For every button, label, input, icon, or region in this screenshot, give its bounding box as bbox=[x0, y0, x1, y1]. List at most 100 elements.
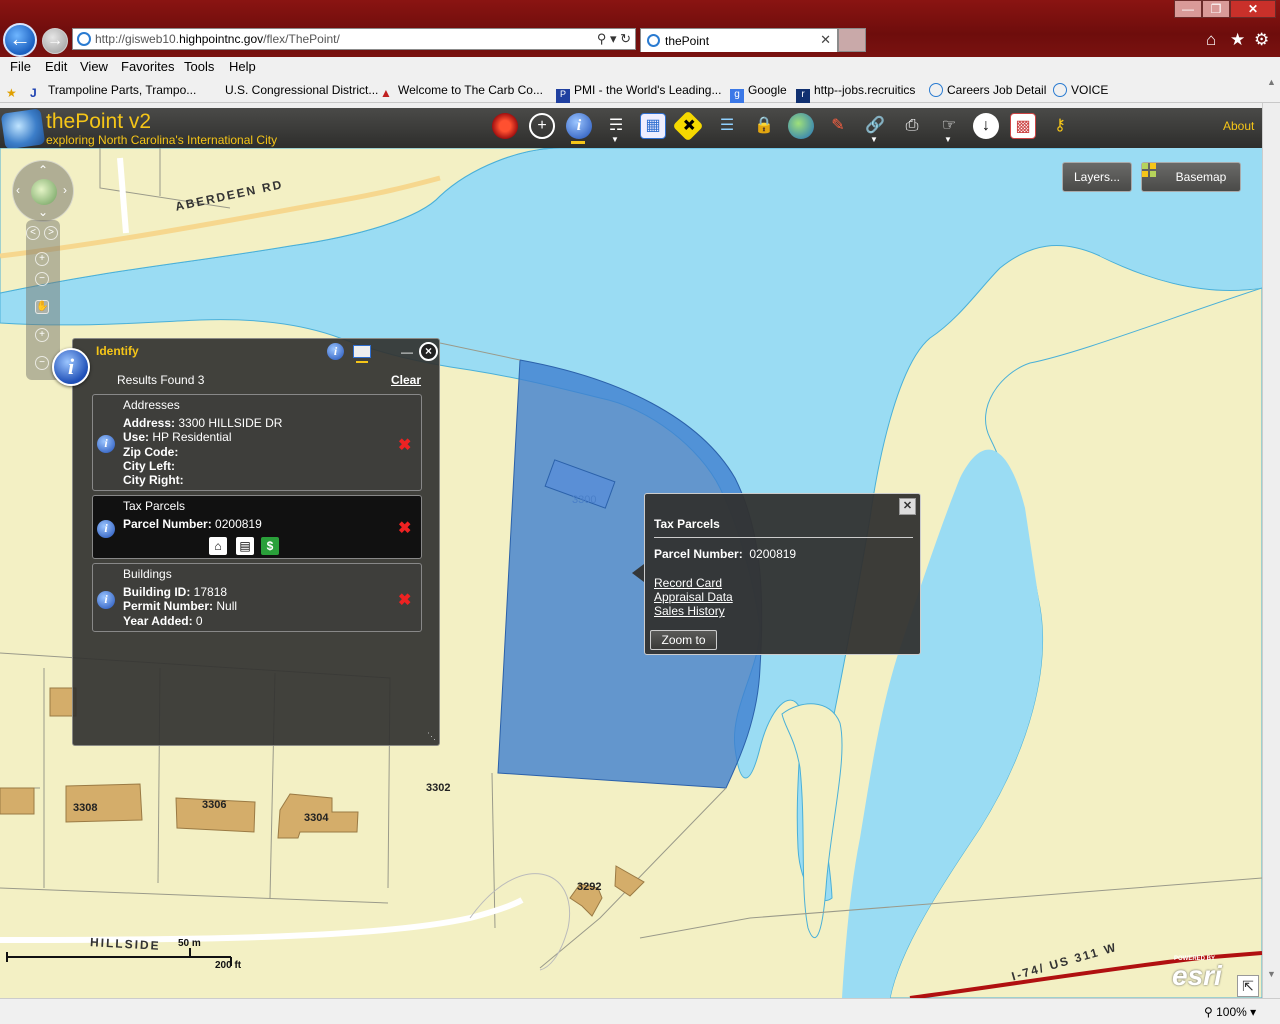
menu-tools[interactable]: Tools bbox=[184, 59, 214, 74]
zoom-in-tool-icon[interactable]: + bbox=[35, 328, 49, 342]
about-link[interactable]: About bbox=[1223, 119, 1254, 133]
remove-result-icon[interactable]: ✖ bbox=[398, 518, 411, 538]
print-icon[interactable]: ⎙ bbox=[899, 113, 925, 139]
info-view-icon[interactable]: i bbox=[327, 343, 344, 360]
pan-left-icon[interactable]: ‹ bbox=[16, 183, 20, 197]
zoom-in-icon[interactable]: + bbox=[35, 252, 49, 266]
clear-link[interactable]: Clear bbox=[391, 373, 421, 387]
resize-grip-icon[interactable]: ⋱ bbox=[427, 731, 436, 742]
report-icon[interactable]: ▩ bbox=[1010, 113, 1036, 139]
address-label: 3308 bbox=[73, 802, 98, 814]
basemap-button[interactable]: Basemap bbox=[1141, 162, 1241, 192]
favorite-link[interactable]: J Trampoline Parts, Trampo... bbox=[30, 83, 196, 100]
window-close-button[interactable]: ✕ bbox=[1230, 0, 1276, 18]
sales-dollar-icon[interactable]: $ bbox=[261, 537, 279, 555]
next-extent-icon[interactable]: > bbox=[44, 226, 58, 240]
full-extent-globe-icon[interactable] bbox=[31, 179, 57, 205]
table-icon[interactable]: ▦ bbox=[640, 113, 666, 139]
lock-icon[interactable]: 🔒 bbox=[751, 113, 777, 139]
result-line: Address: 3300 HILLSIDE DR bbox=[123, 416, 283, 430]
layers-button[interactable]: Layers... bbox=[1062, 162, 1132, 192]
favorites-star-icon[interactable]: ★ bbox=[1230, 30, 1245, 50]
menu-favorites[interactable]: Favorites bbox=[121, 59, 174, 74]
favorite-link[interactable]: P PMI - the World's Leading... bbox=[556, 83, 721, 103]
scroll-up-icon[interactable]: ▲ bbox=[1267, 77, 1276, 87]
identify-title: Identify bbox=[96, 344, 139, 358]
close-icon[interactable]: × bbox=[419, 342, 438, 361]
layers-stack-icon[interactable]: ☰ bbox=[714, 113, 740, 139]
scroll-down-icon[interactable]: ▼ bbox=[1267, 969, 1276, 979]
favorite-link[interactable]: ▲ Welcome to The Carb Co... bbox=[380, 83, 543, 100]
popup-close-icon[interactable]: ✕ bbox=[899, 498, 916, 515]
favorite-link[interactable]: Careers Job Detail bbox=[929, 83, 1046, 97]
tab-close-icon[interactable]: ✕ bbox=[820, 32, 831, 48]
result-line: City Right: bbox=[123, 473, 184, 487]
table-view-icon[interactable] bbox=[353, 345, 371, 358]
app-title: thePoint v2 bbox=[46, 110, 152, 133]
info-icon[interactable]: i bbox=[97, 435, 115, 453]
basemap-label: Basemap bbox=[1175, 170, 1227, 184]
globe-icon[interactable] bbox=[788, 113, 814, 139]
chevron-down-icon[interactable]: ▼ bbox=[611, 135, 619, 144]
forward-button[interactable]: → bbox=[42, 28, 68, 54]
key-icon[interactable]: ⚷ bbox=[1047, 113, 1073, 139]
zoom-level[interactable]: ⚲ 100% ▾ bbox=[1204, 1005, 1256, 1019]
pan-right-icon[interactable]: › bbox=[63, 183, 67, 197]
previous-extent-icon[interactable]: < bbox=[26, 226, 40, 240]
info-icon[interactable]: i bbox=[97, 520, 115, 538]
identify-icon[interactable]: i bbox=[566, 113, 592, 139]
favorite-link[interactable]: VOICE bbox=[1053, 83, 1108, 97]
menu-edit[interactable]: Edit bbox=[45, 59, 67, 74]
pan-navigator[interactable]: ⌃ ‹ › ⌄ bbox=[12, 160, 74, 222]
sales-history-link[interactable]: Sales History bbox=[654, 604, 725, 618]
pan-up-icon[interactable]: ⌃ bbox=[38, 163, 48, 177]
appraisal-document-icon[interactable]: ▤ bbox=[236, 537, 254, 555]
window-maximize-button[interactable]: ❐ bbox=[1202, 0, 1230, 18]
favorites-add-icon[interactable]: ★ bbox=[6, 83, 24, 100]
window-minimize-button[interactable]: — bbox=[1174, 0, 1202, 18]
chevron-down-icon[interactable]: ▼ bbox=[944, 135, 952, 144]
record-card-link[interactable]: Record Card bbox=[654, 576, 722, 590]
expand-arrow-icon[interactable]: ⇱ bbox=[1237, 975, 1259, 997]
zoom-out-tool-icon[interactable]: − bbox=[35, 356, 49, 370]
vertical-scrollbar[interactable]: ▲ ▼ bbox=[1262, 77, 1280, 998]
record-icon[interactable] bbox=[492, 113, 518, 139]
zoom-out-icon[interactable]: − bbox=[35, 272, 49, 286]
favorite-link[interactable]: r http--jobs.recruitics bbox=[796, 83, 915, 103]
result-addresses[interactable]: Addresses Address: 3300 HILLSIDE DR Use:… bbox=[92, 394, 422, 491]
back-button[interactable]: ← bbox=[3, 23, 37, 57]
new-tab-button[interactable] bbox=[838, 28, 866, 52]
minimize-icon[interactable]: — bbox=[401, 345, 413, 359]
address-bar[interactable]: http://gisweb10.highpointnc.gov/flex/The… bbox=[72, 28, 636, 50]
favorite-link[interactable]: g Google bbox=[730, 83, 787, 103]
map-view[interactable]: ABERDEEN RD HILLSIDE I-74/ US 311 W 3308… bbox=[0, 148, 1262, 998]
zoom-to-button[interactable]: Zoom to bbox=[650, 630, 717, 650]
draw-icon[interactable]: ✎ bbox=[825, 113, 851, 139]
scale-imperial-label: 200 ft bbox=[215, 960, 242, 971]
tab-title: thePoint bbox=[665, 34, 710, 48]
appraisal-data-link[interactable]: Appraisal Data bbox=[654, 590, 733, 604]
search-refresh-icons[interactable]: ⚲ ▾ ↻ bbox=[597, 31, 631, 47]
menu-view[interactable]: View bbox=[80, 59, 108, 74]
favorite-link[interactable]: U.S. Congressional District... bbox=[225, 83, 378, 97]
result-buildings[interactable]: Buildings Building ID: 17818 Permit Numb… bbox=[92, 563, 422, 632]
remove-result-icon[interactable]: ✖ bbox=[398, 590, 411, 610]
crosshair-icon[interactable]: + bbox=[529, 113, 555, 139]
record-card-house-icon[interactable]: ⌂ bbox=[209, 537, 227, 555]
pan-hand-icon[interactable]: ✋ bbox=[35, 300, 49, 314]
info-icon[interactable]: i bbox=[97, 591, 115, 609]
pan-down-icon[interactable]: ⌄ bbox=[38, 205, 48, 219]
menu-file[interactable]: File bbox=[10, 59, 31, 74]
download-icon[interactable]: ↓ bbox=[973, 113, 999, 139]
remove-result-icon[interactable]: ✖ bbox=[398, 435, 411, 455]
address-label: 3292 bbox=[577, 881, 602, 893]
settings-gear-icon[interactable]: ⚙ bbox=[1254, 30, 1269, 50]
result-tax-parcels[interactable]: Tax Parcels Parcel Number: 0200819 i ✖ ⌂… bbox=[92, 495, 422, 559]
menu-help[interactable]: Help bbox=[229, 59, 256, 74]
scale-bar: 50 m 200 ft bbox=[6, 938, 246, 978]
browser-tab[interactable]: thePoint ✕ bbox=[640, 28, 838, 52]
shore-point bbox=[781, 703, 843, 939]
result-heading: Addresses bbox=[123, 398, 180, 412]
home-icon[interactable]: ⌂ bbox=[1206, 30, 1216, 50]
chevron-down-icon[interactable]: ▼ bbox=[870, 135, 878, 144]
